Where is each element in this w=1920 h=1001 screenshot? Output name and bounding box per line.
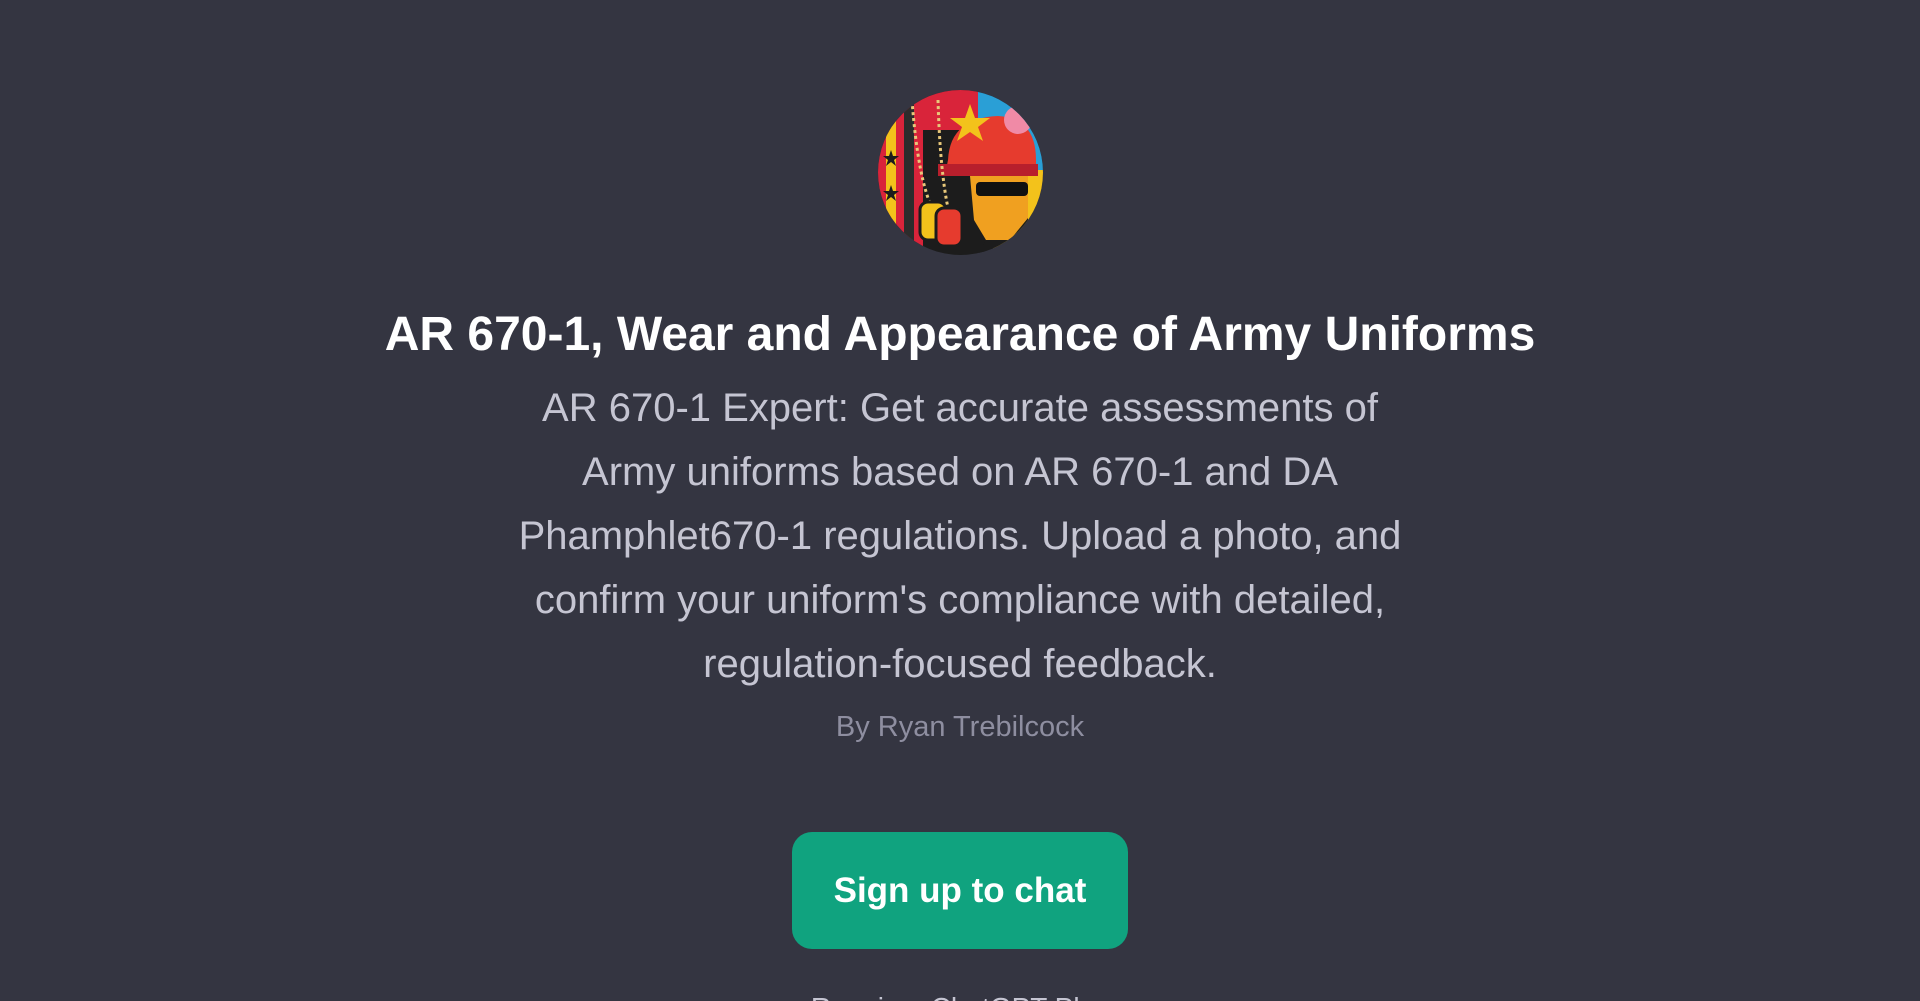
gpt-author: By Ryan Trebilcock bbox=[835, 711, 1085, 743]
gpt-title: AR 670-1, Wear and Appearance of Army Un… bbox=[384, 308, 1536, 361]
sign-up-to-chat-button[interactable]: Sign up to chat bbox=[792, 832, 1128, 949]
gpt-description-line: confirm your uniform's compliance with d… bbox=[534, 578, 1386, 622]
requires-plus-note: Requires ChatGPT Plus bbox=[0, 988, 1920, 1001]
gpt-landing-page: AR 670-1, Wear and Appearance of Army Un… bbox=[0, 0, 1920, 1001]
gpt-description-line: Phamphlet670-1 regulations. Upload a pho… bbox=[518, 514, 1402, 558]
soldier-portrait-icon bbox=[878, 90, 1043, 255]
gpt-description: AR 670-1 Expert: Get accurate assessment… bbox=[440, 376, 1480, 696]
gpt-description-line: AR 670-1 Expert: Get accurate assessment… bbox=[542, 386, 1378, 430]
gpt-avatar bbox=[878, 90, 1043, 255]
gpt-description-line: Army uniforms based on AR 670-1 and DA bbox=[582, 450, 1338, 494]
gpt-description-line: regulation-focused feedback. bbox=[703, 642, 1217, 686]
